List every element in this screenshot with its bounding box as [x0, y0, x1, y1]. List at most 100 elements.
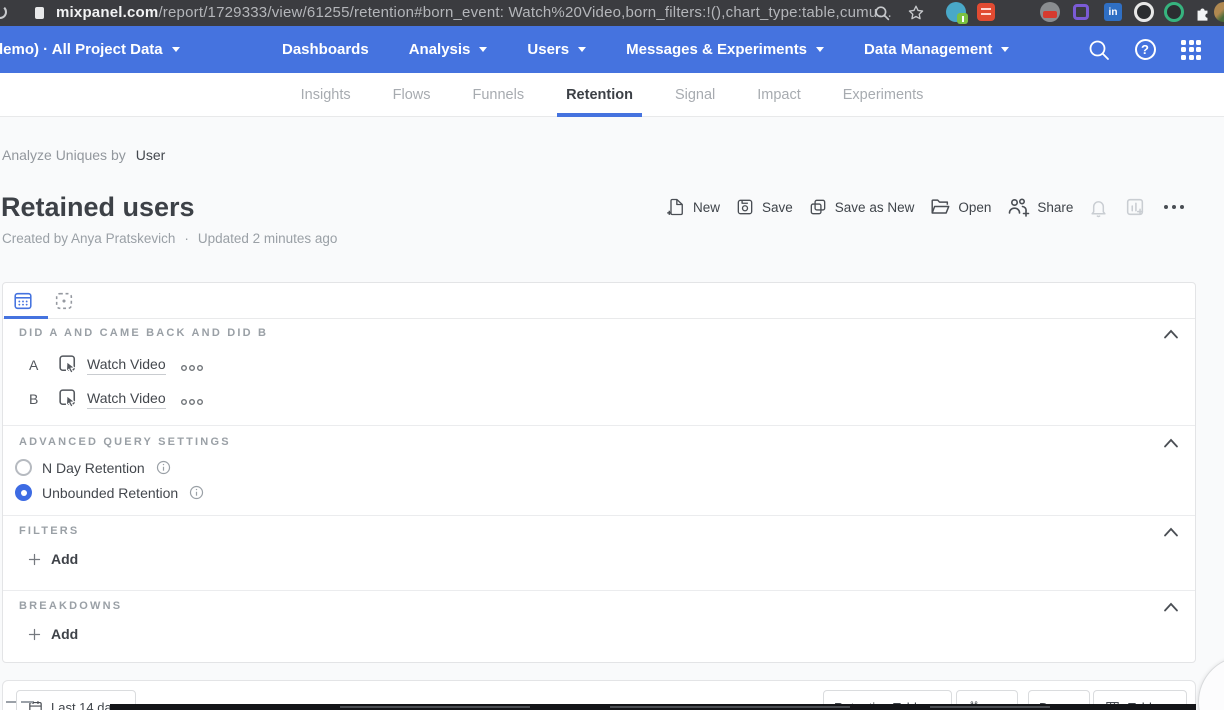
info-icon[interactable] — [188, 484, 205, 501]
save-label: Save — [762, 200, 793, 215]
radio-label: N Day Retention — [42, 460, 145, 476]
event-row-key: B — [29, 391, 38, 407]
share-users-icon — [1006, 195, 1030, 219]
analyze-entity-selector[interactable]: User — [136, 147, 166, 163]
nav-item-label: Dashboards — [282, 41, 369, 58]
bookmark-star-icon[interactable] — [906, 3, 926, 23]
chevron-down-icon — [816, 47, 824, 52]
nav-icon-group: ? — [1086, 26, 1204, 73]
builder-tabbar — [3, 283, 1195, 319]
radio-selected-icon[interactable] — [15, 484, 32, 501]
share-button[interactable]: Share — [1006, 195, 1073, 219]
nav-menu: Dashboards Analysis Users Messages & Exp… — [282, 26, 1009, 73]
url-host: mixpanel.com — [56, 4, 158, 21]
address-bar[interactable]: mixpanel.com/report/1729333/view/61255/r… — [56, 4, 893, 21]
builder-tab-events-icon[interactable] — [11, 289, 35, 313]
nav-item-users[interactable]: Users — [527, 41, 586, 58]
section-divider — [3, 515, 1195, 516]
event-row-a: A Watch Video — [3, 352, 1195, 378]
n-day-retention-option[interactable]: N Day Retention — [15, 459, 172, 476]
search-icon[interactable] — [872, 3, 892, 23]
extension-record-icon[interactable] — [1134, 2, 1154, 22]
collapse-filters-section-icon[interactable] — [1161, 524, 1181, 540]
tab-impact[interactable]: Impact — [748, 73, 810, 117]
tab-insights[interactable]: Insights — [292, 73, 360, 117]
analyze-label: Analyze Uniques by — [2, 147, 126, 163]
tab-funnels[interactable]: Funnels — [463, 73, 533, 117]
event-icon — [57, 387, 80, 415]
extension-red-icon[interactable] — [977, 3, 995, 21]
extension-linkedin-icon[interactable]: in — [1104, 3, 1122, 21]
add-to-board-icon[interactable] — [1124, 196, 1146, 218]
tab-signal[interactable]: Signal — [666, 73, 724, 117]
browser-profile-avatar[interactable] — [1214, 2, 1224, 22]
mixpanel-retention-screen: mixpanel.com/report/1729333/view/61255/r… — [0, 0, 1224, 710]
project-selector[interactable]: demo) · All Project Data — [0, 26, 180, 73]
extension-purple-icon[interactable] — [1073, 4, 1089, 20]
extension-blocker-icon[interactable] — [1040, 2, 1060, 22]
open-button[interactable]: Open — [929, 196, 991, 218]
alerts-bell-icon[interactable] — [1088, 197, 1109, 218]
event-more-menu-icon[interactable] — [179, 360, 205, 378]
event-selector[interactable]: Watch Video — [87, 390, 166, 409]
chevron-down-icon — [1001, 47, 1009, 52]
tab-experiments[interactable]: Experiments — [834, 73, 933, 117]
chevron-down-icon — [172, 47, 180, 52]
save-as-new-button[interactable]: Save as New — [808, 197, 915, 217]
copy-icon — [808, 197, 828, 217]
apps-grid-icon[interactable] — [1178, 37, 1204, 63]
nav-item-analysis[interactable]: Analysis — [409, 41, 488, 58]
nav-item-dashboards[interactable]: Dashboards — [282, 41, 369, 58]
tab-flows[interactable]: Flows — [384, 73, 440, 117]
radio-unselected-icon[interactable] — [15, 459, 32, 476]
radio-label: Unbounded Retention — [42, 485, 178, 501]
new-button[interactable]: New — [666, 197, 720, 217]
search-icon[interactable] — [1086, 37, 1112, 63]
meta-separator: · — [184, 231, 189, 246]
url-path: /report/1729333/view/61255/retention#bor… — [158, 4, 892, 21]
report-tabbar: Insights Flows Funnels Retention Signal … — [0, 73, 1224, 117]
help-icon[interactable]: ? — [1132, 37, 1158, 63]
builder-tab-cohort-icon[interactable] — [52, 289, 76, 313]
nav-item-label: Users — [527, 41, 569, 58]
share-label: Share — [1037, 200, 1073, 215]
unbounded-retention-option[interactable]: Unbounded Retention — [15, 484, 205, 501]
updated-text: Updated 2 minutes ago — [198, 231, 338, 246]
browser-toolbar: mixpanel.com/report/1729333/view/61255/r… — [0, 0, 1224, 26]
add-breakdown-button[interactable]: Add — [27, 626, 78, 642]
site-info-icon[interactable] — [35, 7, 44, 19]
nav-item-label: Analysis — [409, 41, 471, 58]
collapse-born-section-icon[interactable] — [1161, 326, 1181, 342]
report-actions: New Save Save as New Open Share — [666, 193, 1187, 221]
extensions-puzzle-icon[interactable] — [1192, 3, 1212, 23]
event-more-menu-icon[interactable] — [179, 394, 205, 412]
more-options-icon[interactable] — [1161, 202, 1187, 212]
active-builder-tab-underline — [4, 316, 48, 319]
query-builder-panel: DID A AND CAME BACK AND DID B A Watch Vi… — [2, 282, 1196, 663]
window-edge-artifact — [21, 701, 33, 703]
event-selector[interactable]: Watch Video — [87, 356, 166, 375]
extension-green-icon[interactable] — [1164, 2, 1184, 22]
nav-item-messages-experiments[interactable]: Messages & Experiments — [626, 41, 824, 58]
report-meta: Created by Anya Pratskevich · Updated 2 … — [2, 231, 337, 246]
collapse-breakdowns-section-icon[interactable] — [1161, 599, 1181, 615]
window-edge-artifact — [6, 701, 16, 703]
nav-item-data-management[interactable]: Data Management — [864, 41, 1009, 58]
section-divider — [3, 590, 1195, 591]
collapse-advanced-section-icon[interactable] — [1161, 435, 1181, 451]
event-row-key: A — [29, 357, 38, 373]
save-as-new-label: Save as New — [835, 200, 915, 215]
info-icon[interactable] — [155, 459, 172, 476]
chevron-down-icon — [479, 47, 487, 52]
open-label: Open — [958, 200, 991, 215]
add-filter-button[interactable]: Add — [27, 551, 78, 567]
analyze-uniques-row: Analyze Uniques by User — [2, 147, 165, 163]
tab-retention[interactable]: Retention — [557, 73, 642, 117]
nav-item-label: Messages & Experiments — [626, 41, 807, 58]
save-button[interactable]: Save — [735, 197, 793, 217]
reload-icon[interactable] — [0, 5, 7, 19]
new-label: New — [693, 200, 720, 215]
section-divider — [3, 425, 1195, 426]
extension-teal-icon[interactable] — [946, 2, 966, 22]
chat-help-bubble[interactable] — [1198, 656, 1224, 710]
